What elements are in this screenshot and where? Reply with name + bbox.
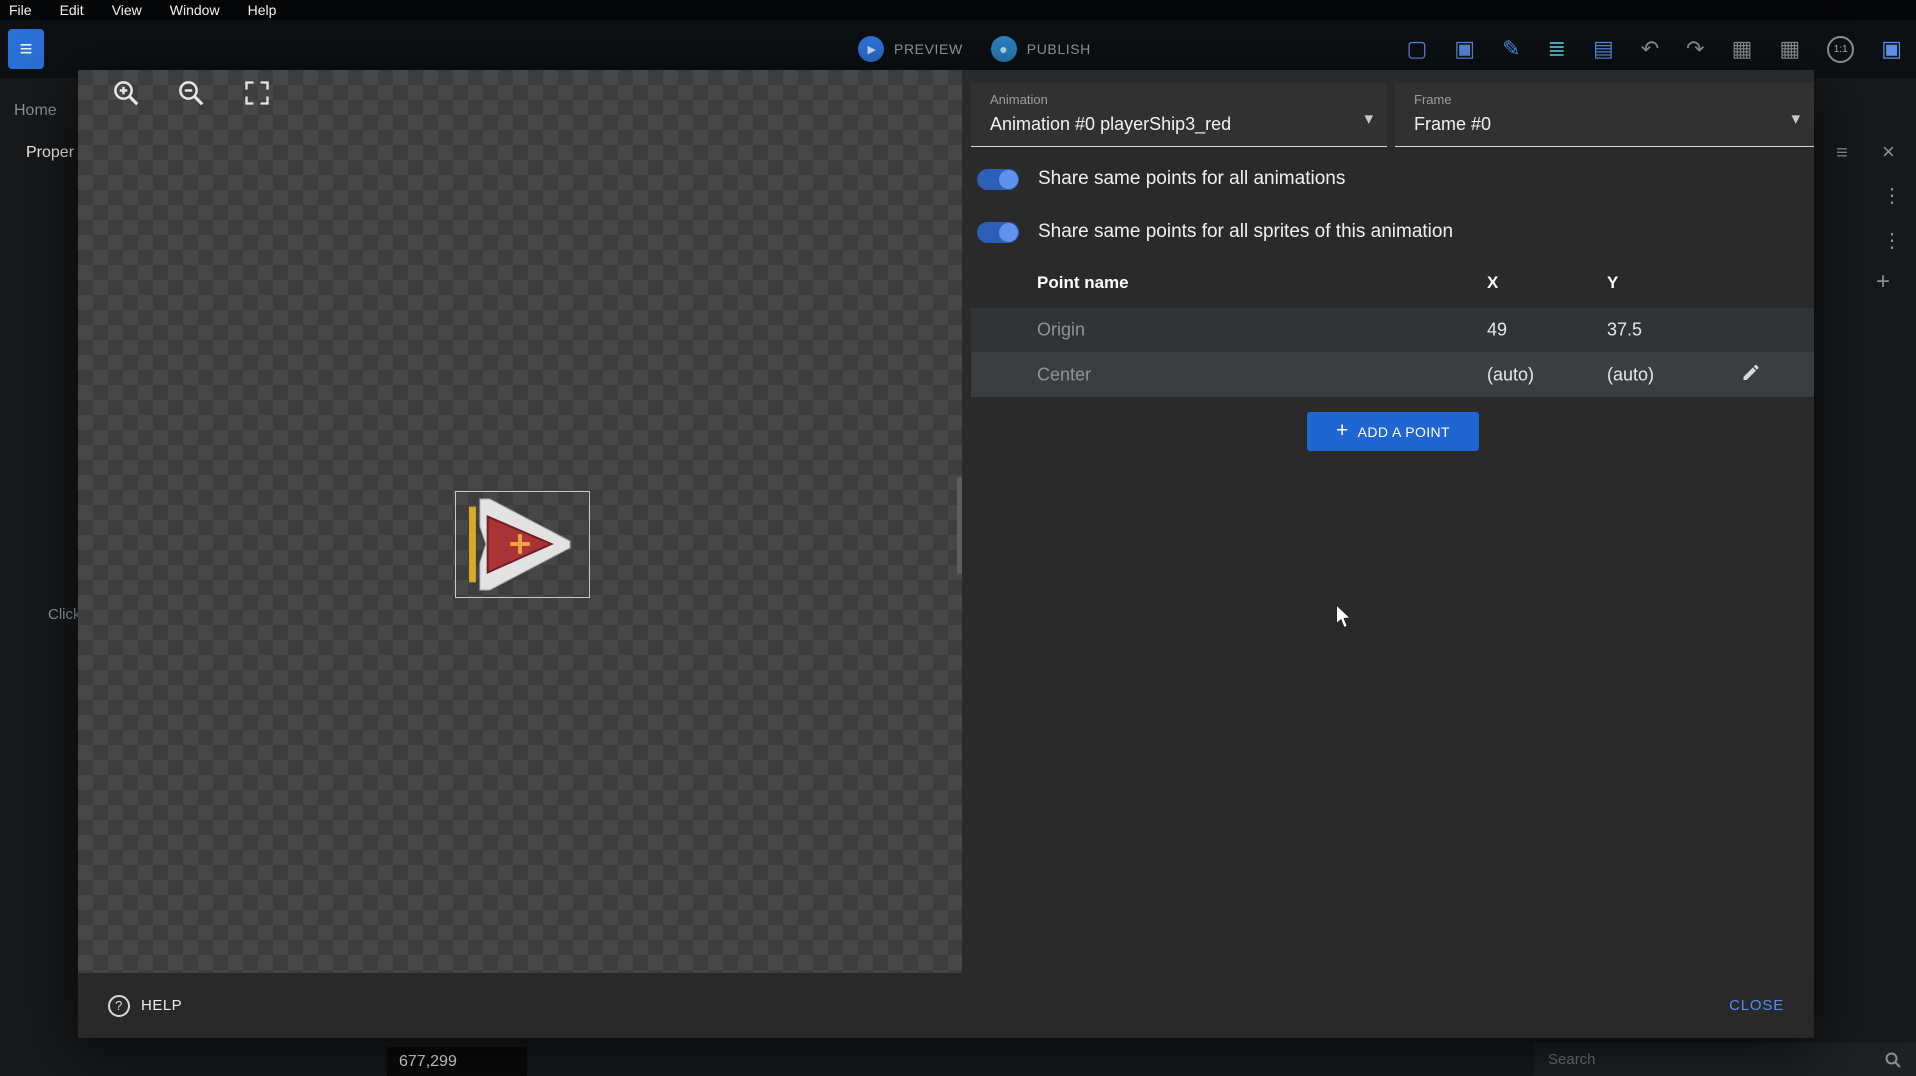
zoom-in-icon[interactable]	[109, 76, 143, 110]
dialog-footer: ? HELP CLOSE	[78, 973, 1814, 1038]
preview-button[interactable]: PREVIEW	[894, 41, 963, 57]
publish-icon[interactable]: ●	[991, 36, 1017, 62]
animation-select-label: Animation	[990, 92, 1373, 107]
point-x-value[interactable]: 49	[1487, 320, 1507, 341]
canvas-scrollbar-thumb[interactable]	[957, 477, 962, 574]
share-all-sprites-toggle[interactable]	[977, 222, 1019, 243]
share-all-animations-toggle[interactable]	[977, 169, 1019, 190]
play-icon[interactable]: ▶	[858, 36, 884, 62]
fit-to-screen-icon[interactable]	[240, 76, 274, 110]
object-icon[interactable]: ▢	[1406, 36, 1427, 62]
list-icon[interactable]: ≣	[1548, 36, 1566, 62]
point-y-value[interactable]: (auto)	[1607, 364, 1654, 385]
undo-icon[interactable]: ↶	[1641, 36, 1659, 62]
search-icon	[1884, 1051, 1902, 1069]
edit-icon[interactable]: ✎	[1502, 36, 1520, 62]
menu-file[interactable]: File	[9, 2, 32, 18]
sprite-canvas[interactable]	[78, 70, 962, 973]
search-input[interactable]	[1548, 1051, 1884, 1068]
plus-icon: +	[1336, 419, 1349, 443]
add-a-point-button[interactable]: + ADD A POINT	[1307, 412, 1479, 451]
help-icon: ?	[108, 995, 130, 1017]
ship-yellow-stripe	[469, 507, 476, 583]
point-x-value[interactable]: (auto)	[1487, 364, 1534, 385]
sprite-frame[interactable]	[455, 491, 590, 598]
grid-icon[interactable]: ▦	[1732, 36, 1753, 62]
help-label: HELP	[141, 997, 182, 1014]
header-x: X	[1487, 273, 1498, 293]
zoom-1-1-icon[interactable]: 1:1	[1827, 36, 1854, 63]
tab-properties[interactable]: Proper	[26, 144, 74, 162]
chevron-down-icon: ▾	[1364, 109, 1373, 129]
share-all-animations-label: Share same points for all animations	[1038, 168, 1345, 190]
animation-select[interactable]: Animation Animation #0 playerShip3_red ▾	[971, 83, 1387, 147]
menu-window[interactable]: Window	[170, 2, 220, 18]
frame-select-value: Frame #0	[1414, 114, 1800, 135]
publish-button[interactable]: PUBLISH	[1027, 41, 1091, 57]
zoom-out-icon[interactable]	[174, 76, 208, 110]
frame-select[interactable]: Frame Frame #0 ▾	[1395, 83, 1814, 147]
edit-points-dialog: Animation Animation #0 playerShip3_red ▾…	[78, 70, 1814, 1038]
project-manager-icon[interactable]: ≡	[8, 29, 44, 69]
points-table-header: Point name X Y	[971, 273, 1814, 299]
add-icon[interactable]: +	[1876, 268, 1890, 296]
panel-close-icon[interactable]: ×	[1882, 139, 1895, 165]
header-point-name: Point name	[1037, 273, 1129, 293]
menu-help[interactable]: Help	[248, 2, 277, 18]
search-bar	[1534, 1043, 1916, 1076]
object-group-icon[interactable]: ▣	[1454, 36, 1475, 62]
animation-select-value: Animation #0 playerShip3_red	[990, 114, 1373, 135]
edit-point-icon[interactable]	[1741, 362, 1761, 387]
point-y-value[interactable]: 37.5	[1607, 320, 1642, 341]
close-button[interactable]: CLOSE	[1729, 997, 1784, 1014]
header-y: Y	[1607, 273, 1618, 293]
filter-icon[interactable]: ≡	[1836, 142, 1848, 165]
add-a-point-label: ADD A POINT	[1358, 424, 1450, 440]
share-all-sprites-label: Share same points for all sprites of thi…	[1038, 221, 1453, 243]
more-options-icon[interactable]: ⋮	[1882, 183, 1902, 208]
menu-edit[interactable]: Edit	[60, 2, 84, 18]
player-ship-sprite	[456, 492, 589, 597]
menu-bar: File Edit View Window Help	[0, 0, 1916, 20]
frame-select-label: Frame	[1414, 92, 1800, 107]
tab-home[interactable]: Home	[14, 102, 57, 120]
share-points-all-sprites-row: Share same points for all sprites of thi…	[977, 218, 1453, 246]
help-button[interactable]: ? HELP	[108, 995, 182, 1017]
share-points-all-animations-row: Share same points for all animations	[977, 165, 1345, 193]
point-name: Center	[1037, 364, 1091, 385]
grid-snap-icon[interactable]: ▦	[1779, 36, 1800, 62]
more-options-icon[interactable]: ⋮	[1882, 228, 1902, 253]
redo-icon[interactable]: ↷	[1686, 36, 1704, 62]
panel-icon[interactable]: ▤	[1593, 36, 1614, 62]
table-row-center[interactable]: Center (auto) (auto)	[971, 352, 1814, 397]
table-row-origin[interactable]: Origin 49 37.5	[971, 308, 1814, 352]
scene-props-icon[interactable]: ▣	[1881, 36, 1902, 62]
cursor-coordinates: 677,299	[387, 1047, 527, 1076]
background-hint-text: Click	[48, 606, 81, 623]
chevron-down-icon: ▾	[1791, 109, 1800, 129]
point-name: Origin	[1037, 320, 1085, 341]
menu-view[interactable]: View	[112, 2, 142, 18]
